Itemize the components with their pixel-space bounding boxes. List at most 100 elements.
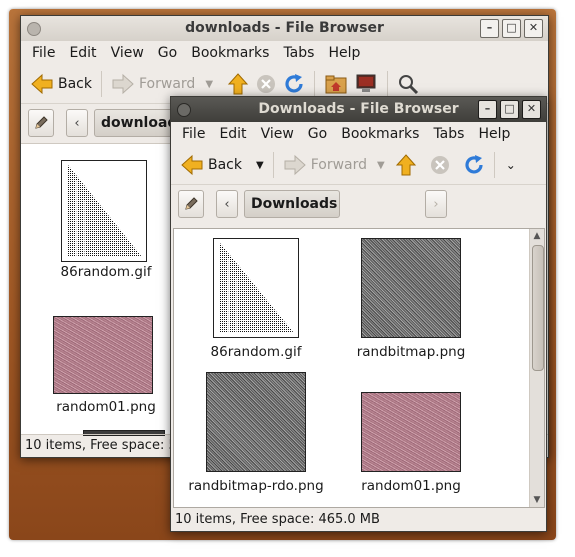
file-name: 86random.gif bbox=[210, 344, 302, 360]
forward-arrow-icon bbox=[112, 73, 134, 95]
back-label: Back bbox=[58, 76, 92, 92]
minimize-button[interactable]: – bbox=[480, 19, 499, 38]
stop-icon bbox=[430, 156, 449, 174]
pencil-icon bbox=[35, 116, 48, 129]
breadcrumb-downloads[interactable]: Downloads bbox=[244, 190, 340, 218]
computer-button[interactable] bbox=[351, 69, 381, 99]
file-thumbnail bbox=[53, 316, 153, 394]
home-button[interactable] bbox=[321, 69, 351, 99]
breadcrumb-downloads[interactable]: downloads bbox=[94, 109, 178, 137]
toolbar-overflow-button[interactable]: ⌄ bbox=[503, 150, 519, 180]
file-name: random01.png bbox=[361, 478, 461, 494]
maximize-button[interactable]: □ bbox=[500, 100, 519, 119]
file-item[interactable]: randbitmap.png bbox=[351, 238, 471, 360]
file-thumbnail bbox=[361, 392, 461, 472]
back-dropdown-icon[interactable]: ▼ bbox=[256, 160, 264, 171]
file-view: 86random.gif randbitmap.png randbitmap-r… bbox=[173, 228, 545, 508]
back-arrow-icon bbox=[181, 154, 203, 176]
minimize-button[interactable]: – bbox=[478, 100, 497, 119]
window-menu-icon[interactable] bbox=[27, 22, 41, 36]
back-arrow-icon bbox=[31, 73, 53, 95]
back-button[interactable]: Back bbox=[27, 69, 95, 99]
home-folder-icon bbox=[325, 75, 347, 94]
file-name: 86random.gif bbox=[60, 264, 152, 280]
vertical-scrollbar[interactable]: ▲ ▼ bbox=[529, 229, 544, 507]
file-item[interactable]: random01.png bbox=[351, 392, 471, 497]
toolbar-separator bbox=[387, 71, 389, 97]
menu-bookmarks[interactable]: Bookmarks bbox=[334, 122, 426, 146]
edit-location-button[interactable] bbox=[28, 109, 54, 137]
file-item[interactable]: 86random.gif bbox=[51, 160, 161, 280]
forward-dropdown-icon[interactable]: ▼ bbox=[205, 79, 213, 90]
menu-edit[interactable]: Edit bbox=[62, 41, 103, 65]
up-arrow-icon bbox=[395, 154, 416, 176]
back-button[interactable]: Back ▼ bbox=[177, 150, 267, 180]
title-bar[interactable]: Downloads - File Browser – □ ✕ bbox=[171, 97, 546, 122]
file-thumbnail bbox=[206, 372, 306, 472]
file-name: randbitmap.png bbox=[356, 344, 466, 360]
forward-button[interactable]: Forward ▼ bbox=[280, 150, 388, 180]
file-item[interactable]: randbitmap-rdo.png bbox=[186, 372, 326, 494]
scroll-up-icon[interactable]: ▲ bbox=[530, 229, 544, 243]
breadcrumb-left-button[interactable]: ‹ bbox=[216, 190, 238, 218]
breadcrumb-left-button[interactable]: ‹ bbox=[66, 109, 88, 137]
window-title: Downloads - File Browser bbox=[258, 101, 459, 117]
window-menu-icon[interactable] bbox=[177, 103, 191, 117]
breadcrumb-right-button[interactable]: › bbox=[425, 190, 447, 218]
menu-file[interactable]: File bbox=[25, 41, 62, 65]
file-thumbnail bbox=[361, 238, 461, 338]
forward-arrow-icon bbox=[284, 154, 306, 176]
menu-go[interactable]: Go bbox=[151, 41, 184, 65]
toolbar-separator bbox=[314, 71, 316, 97]
file-item[interactable]: 86random.gif bbox=[196, 238, 316, 360]
scrollbar-thumb[interactable] bbox=[532, 245, 544, 371]
up-button[interactable] bbox=[224, 69, 252, 99]
up-button[interactable] bbox=[392, 150, 420, 180]
location-bar: ‹ Downloads › bbox=[171, 185, 546, 223]
file-thumbnail bbox=[213, 238, 299, 338]
menu-help[interactable]: Help bbox=[321, 41, 367, 65]
stop-button[interactable] bbox=[252, 69, 280, 99]
menu-tabs[interactable]: Tabs bbox=[276, 41, 321, 65]
menu-bar: File Edit View Go Bookmarks Tabs Help bbox=[21, 41, 548, 65]
computer-icon bbox=[356, 74, 376, 92]
title-bar[interactable]: downloads - File Browser – □ ✕ bbox=[21, 16, 548, 41]
up-arrow-icon bbox=[227, 73, 249, 95]
scroll-down-icon[interactable]: ▼ bbox=[530, 493, 544, 507]
maximize-button[interactable]: □ bbox=[502, 19, 521, 38]
menu-bookmarks[interactable]: Bookmarks bbox=[184, 41, 276, 65]
status-bar: 10 items, Free space: 465.0 MB bbox=[175, 512, 380, 527]
pencil-icon bbox=[185, 197, 198, 210]
toolbar-separator bbox=[493, 152, 495, 178]
menu-view[interactable]: View bbox=[254, 122, 301, 146]
front-file-browser-window: Downloads - File Browser – □ ✕ File Edit… bbox=[170, 96, 547, 532]
close-button[interactable]: ✕ bbox=[524, 19, 543, 38]
close-button[interactable]: ✕ bbox=[522, 100, 541, 119]
toolbar-separator bbox=[101, 71, 102, 97]
menu-edit[interactable]: Edit bbox=[212, 122, 253, 146]
file-name: randbitmap-rdo.png bbox=[188, 478, 324, 494]
reload-icon bbox=[465, 155, 483, 174]
menu-view[interactable]: View bbox=[104, 41, 151, 65]
forward-button[interactable]: Forward ▼ bbox=[108, 69, 216, 99]
forward-label: Forward bbox=[139, 76, 196, 92]
reload-icon bbox=[285, 74, 303, 93]
file-item[interactable]: random01.png bbox=[51, 316, 161, 421]
forward-dropdown-icon[interactable]: ▼ bbox=[377, 160, 385, 171]
file-name: random01.png bbox=[56, 399, 156, 415]
forward-label: Forward bbox=[310, 157, 368, 173]
menu-help[interactable]: Help bbox=[471, 122, 517, 146]
menu-go[interactable]: Go bbox=[301, 122, 334, 146]
chevron-down-icon: ⌄ bbox=[505, 158, 516, 172]
menu-file[interactable]: File bbox=[175, 122, 212, 146]
file-thumbnail bbox=[61, 160, 147, 262]
search-button[interactable] bbox=[394, 69, 422, 99]
stop-button[interactable] bbox=[426, 150, 454, 180]
toolbar-separator bbox=[272, 152, 274, 178]
menu-tabs[interactable]: Tabs bbox=[426, 122, 471, 146]
edit-location-button[interactable] bbox=[178, 190, 204, 218]
reload-button[interactable] bbox=[280, 69, 308, 99]
reload-button[interactable] bbox=[460, 150, 488, 180]
toolbar: Back ▼ Forward ▼ ⌄ bbox=[171, 146, 546, 185]
stop-icon bbox=[257, 75, 276, 93]
